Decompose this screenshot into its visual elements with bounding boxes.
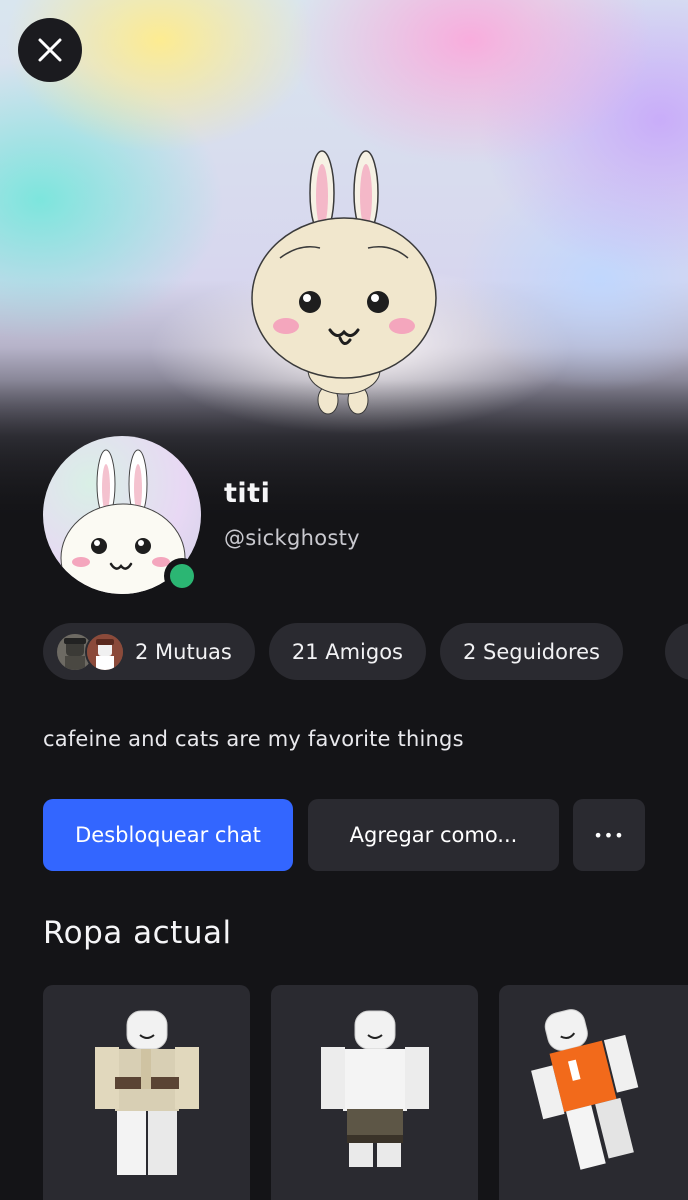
friends-chip[interactable]: 21 Amigos: [268, 623, 427, 680]
avatar-3d-render: [251, 150, 437, 415]
mutuals-label: 2 Mutuas: [135, 639, 232, 664]
unblock-chat-button[interactable]: Desbloquear chat: [43, 799, 293, 871]
outfit-avatar-render: [321, 1010, 429, 1167]
mutual-avatar: [85, 631, 125, 672]
online-status-indicator: [164, 558, 200, 594]
following-chip[interactable]: [665, 623, 688, 680]
friends-label: 21 Amigos: [291, 639, 404, 664]
outfit-card[interactable]: [43, 985, 250, 1200]
close-icon: [38, 38, 62, 62]
stats-row: 2 Mutuas 21 Amigos 2 Seguidores: [43, 623, 623, 680]
username: @sickghosty: [224, 526, 360, 550]
outfit-card[interactable]: [271, 985, 478, 1200]
outfit-avatar-render: [531, 1009, 639, 1170]
followers-chip[interactable]: 2 Seguidores: [440, 623, 623, 680]
profile-bio: cafeine and cats are my favorite things: [43, 727, 464, 751]
close-button[interactable]: [18, 18, 82, 82]
more-options-button[interactable]: •••: [573, 799, 645, 871]
mutuals-chip[interactable]: 2 Mutuas: [43, 623, 255, 680]
display-name: titi: [224, 478, 271, 509]
add-as-button[interactable]: Agregar como...: [308, 799, 559, 871]
profile-page: titi @sickghosty 2 Mutuas 21 Amigos 2 Se…: [0, 0, 688, 1200]
more-icon: •••: [593, 825, 625, 845]
followers-label: 2 Seguidores: [463, 639, 600, 664]
outfit-card[interactable]: [499, 985, 688, 1200]
outfit-section-title: Ropa actual: [43, 915, 232, 951]
outfit-avatar-render: [95, 1010, 199, 1175]
